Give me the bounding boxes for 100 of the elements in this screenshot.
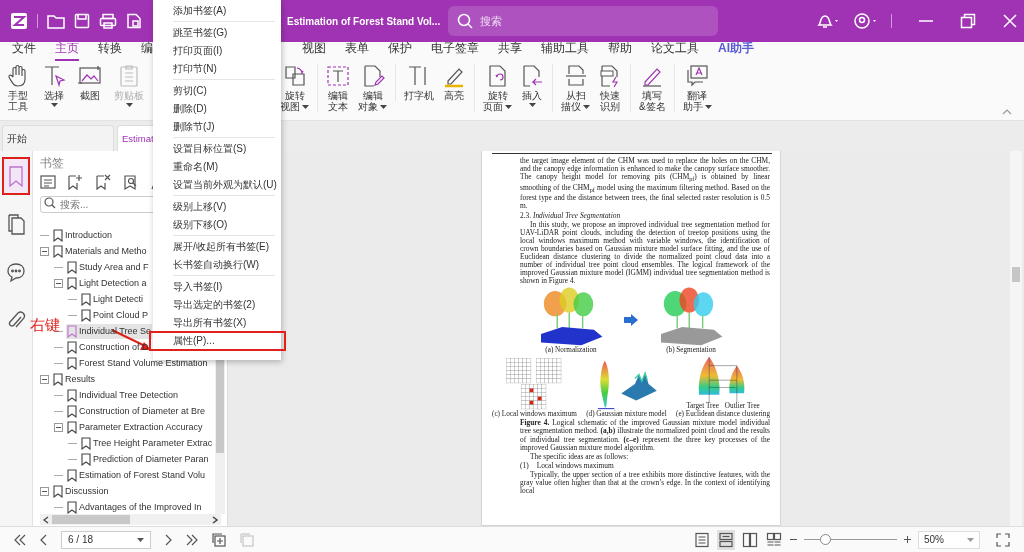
scroll-right-icon[interactable] (212, 515, 218, 524)
search-field[interactable]: 搜索 (448, 6, 719, 36)
bookmark-item[interactable]: Tree Height Parameter Extrac (80, 435, 214, 451)
menu-tab[interactable]: 共享 (498, 40, 522, 61)
menu-item[interactable]: 导出选定的书签(2) (153, 296, 281, 314)
page-copy-icon[interactable] (211, 531, 227, 548)
page-number-field[interactable]: 6 / 18 (61, 530, 151, 549)
ribbon-button[interactable]: 从扫 描仪 (561, 64, 590, 112)
ribbon-button[interactable]: 填写 &签名 (639, 64, 666, 112)
bookmark-item[interactable]: Results (52, 371, 96, 387)
menu-item[interactable]: 展开/收起所有书签(E) (153, 238, 281, 256)
account-icon[interactable] (853, 12, 879, 30)
bookmark-item[interactable]: Construction of Diameter at Bre (66, 403, 207, 419)
menu-item[interactable]: 级别下移(O) (153, 216, 281, 234)
bookmark-x-icon[interactable] (94, 173, 112, 191)
scrollbar[interactable] (40, 514, 221, 525)
zoom-in-icon[interactable] (903, 535, 912, 544)
menu-item[interactable]: 导出所有书签(X) (153, 314, 281, 332)
menu-tab[interactable]: 论文工具 (651, 40, 699, 61)
menu-tab[interactable]: 表单 (345, 40, 369, 61)
fullscreen-icon[interactable] (996, 532, 1010, 547)
ribbon-button[interactable]: 插入 (520, 64, 544, 112)
document-icon[interactable] (126, 13, 142, 29)
folder-icon[interactable] (47, 13, 65, 29)
menu-tab[interactable]: 辅助工具 (541, 40, 589, 61)
document-tab[interactable]: 开始 (2, 125, 114, 151)
save-icon[interactable] (74, 13, 90, 29)
menu-item[interactable]: 设置目标位置(S) (153, 140, 281, 158)
menu-item[interactable]: 添加书签(A) (153, 2, 281, 20)
scrollbar-thumb[interactable] (52, 515, 130, 524)
bookmark-item[interactable]: Parameter Extraction Accuracy (66, 419, 204, 435)
ribbon-button[interactable]: 打字机 (404, 64, 434, 101)
menu-tab[interactable]: 电子签章 (431, 40, 479, 61)
ribbon-button[interactable]: 高亮 (442, 64, 466, 101)
search-icon[interactable] (457, 13, 474, 29)
ribbon-button[interactable]: 截图 (78, 64, 102, 112)
menu-item[interactable]: 打印页面(I) (153, 42, 281, 60)
bookmark-item[interactable]: Advantages of the Improved In (66, 499, 203, 515)
ribbon-button[interactable]: 手型 工具 (6, 64, 30, 112)
print-icon[interactable] (99, 13, 117, 29)
menu-item[interactable]: 跳至书签(G) (153, 24, 281, 42)
menu-tab[interactable]: 文件 (12, 40, 36, 61)
menu-tab[interactable]: 转换 (98, 40, 122, 61)
menu-item[interactable]: 属性(P)... (150, 332, 285, 350)
first-page-icon[interactable] (13, 532, 27, 547)
bookmark-item[interactable]: Light Detection a (66, 275, 148, 291)
bookmark-item[interactable]: Forest Stand Volume Estimation (66, 355, 209, 371)
ribbon-button[interactable]: 旋转 页面 (483, 64, 512, 112)
ribbon-button[interactable]: 翻译 助手 (682, 64, 712, 112)
collapse-icon[interactable] (40, 486, 49, 496)
bookmark-item[interactable]: Point Cloud P (80, 307, 150, 323)
bookmark-item[interactable]: Prediction of Diameter Paran (80, 451, 210, 467)
ribbon-button[interactable]: 旋转 视图 (280, 64, 309, 112)
ribbon-button[interactable]: 编辑 对象 (358, 64, 387, 112)
last-page-icon[interactable] (185, 532, 199, 547)
bookmark-item[interactable]: Materials and Metho (52, 243, 148, 259)
app-logo-icon[interactable] (10, 12, 28, 30)
menu-item[interactable]: 打印节(N) (153, 60, 281, 78)
side-panel-button[interactable] (2, 157, 30, 195)
menu-item[interactable]: 导入书签(I) (153, 278, 281, 296)
menu-tab[interactable]: AI助手 (718, 40, 754, 61)
collapse-icon[interactable] (40, 374, 49, 384)
scroll-left-icon[interactable] (43, 515, 49, 524)
menu-tab[interactable]: 编 (141, 40, 153, 61)
menu-tab[interactable]: 帮助 (608, 40, 632, 61)
collapse-icon[interactable] (40, 246, 49, 256)
menu-item[interactable]: 重命名(M) (153, 158, 281, 176)
bookmark-item[interactable]: Introduction (52, 227, 114, 243)
bookmark-item[interactable]: Construction of D (66, 339, 150, 355)
restore-icon[interactable] (960, 13, 976, 29)
menu-item[interactable]: 剪切(C) (153, 82, 281, 100)
zoom-slider-thumb[interactable] (820, 534, 832, 545)
next-page-icon[interactable] (163, 532, 173, 547)
bookmark-item[interactable]: Light Detecti (80, 291, 145, 307)
ribbon-button[interactable]: 快速 识别 (598, 64, 622, 112)
menu-item[interactable]: 长书签自动换行(W) (153, 256, 281, 274)
search-icon[interactable] (44, 197, 56, 209)
menu-tab[interactable]: 视图 (302, 40, 326, 61)
bookmark-plus-icon[interactable] (66, 173, 84, 191)
menu-item[interactable]: 删除节(J) (153, 118, 281, 136)
collapse-icon[interactable] (54, 278, 63, 288)
view-mode-button[interactable] (717, 529, 735, 550)
bookmark-item[interactable]: Study Area and F (66, 259, 150, 275)
close-icon[interactable] (1002, 13, 1018, 29)
bookmark-item[interactable]: Estimation of Forest Stand Volu (66, 467, 207, 483)
menu-item[interactable]: 删除(D) (153, 100, 281, 118)
menu-item[interactable]: 设置当前外观为默认(U) (153, 176, 281, 194)
bookmark-item[interactable]: Individual Tree Detection (66, 387, 180, 403)
previous-page-icon[interactable] (39, 532, 49, 547)
list-icon[interactable] (40, 174, 56, 190)
bookmark-item[interactable]: Discussion (52, 483, 110, 499)
bookmark-icon (67, 404, 77, 418)
ribbon-button[interactable]: 编辑 文本 (326, 64, 350, 112)
menu-tab[interactable]: 保护 (388, 40, 412, 61)
collapse-icon[interactable] (54, 422, 63, 432)
bell-icon[interactable] (815, 12, 841, 30)
scrollbar[interactable] (1010, 151, 1022, 526)
ribbon-button[interactable]: 选择 (42, 64, 66, 112)
zoom-dropdown[interactable]: 50% (918, 530, 980, 549)
scrollbar-thumb[interactable] (1012, 267, 1020, 282)
